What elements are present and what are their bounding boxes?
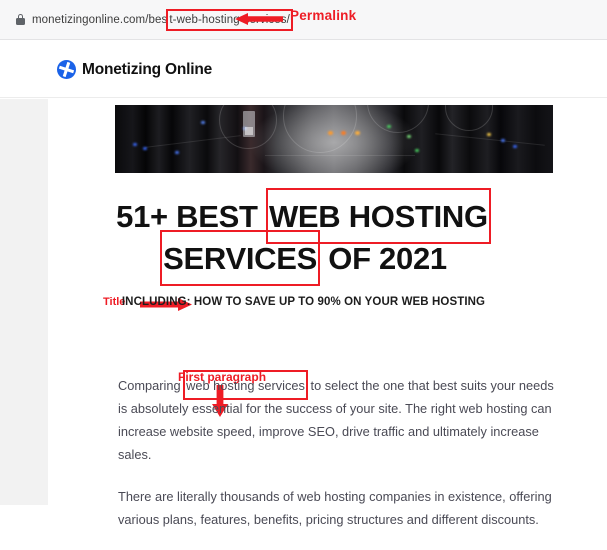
url-prefix: monetizingonline.com/bes (32, 13, 168, 26)
paragraph1-boxed-phrase: web hosting services (183, 370, 308, 400)
monetizing-online-logo-icon (57, 60, 76, 79)
article-headline: 51+ BEST WEB HOSTING SERVICES OF 2021 (0, 188, 607, 286)
site-header: Monetizing Online (0, 41, 607, 98)
hero-banner-image (115, 105, 553, 173)
annotation-permalink-label: Permalink (290, 8, 357, 23)
headline-boxed-services: SERVICES (160, 230, 320, 286)
article-paragraph-2: There are literally thousands of web hos… (118, 489, 552, 527)
site-logo[interactable]: Monetizing Online (57, 60, 212, 79)
article-body: Comparing web hosting services to select… (118, 370, 566, 550)
webpage-content: Monetizing Online 51+ BEST WEB HOSTING S… (0, 41, 607, 527)
headline-line-1: 51+ BEST WEB HOSTING (0, 188, 607, 244)
site-logo-text: Monetizing Online (82, 60, 213, 78)
lock-icon (16, 14, 25, 25)
arrow-left-icon (235, 13, 283, 25)
headline-boxed-web-hosting: WEB HOSTING (265, 188, 491, 244)
headline-prefix: 51+ BEST (116, 199, 266, 234)
article-subheadline: INCLUDING: HOW TO SAVE UP TO 90% ON YOUR… (121, 296, 486, 308)
headline-suffix: OF 2021 (319, 241, 447, 276)
paragraph1-before: Comparing (118, 378, 185, 393)
article-paragraph-1: Comparing web hosting services to select… (118, 370, 566, 466)
headline-line-2: SERVICES OF 2021 (0, 230, 607, 286)
